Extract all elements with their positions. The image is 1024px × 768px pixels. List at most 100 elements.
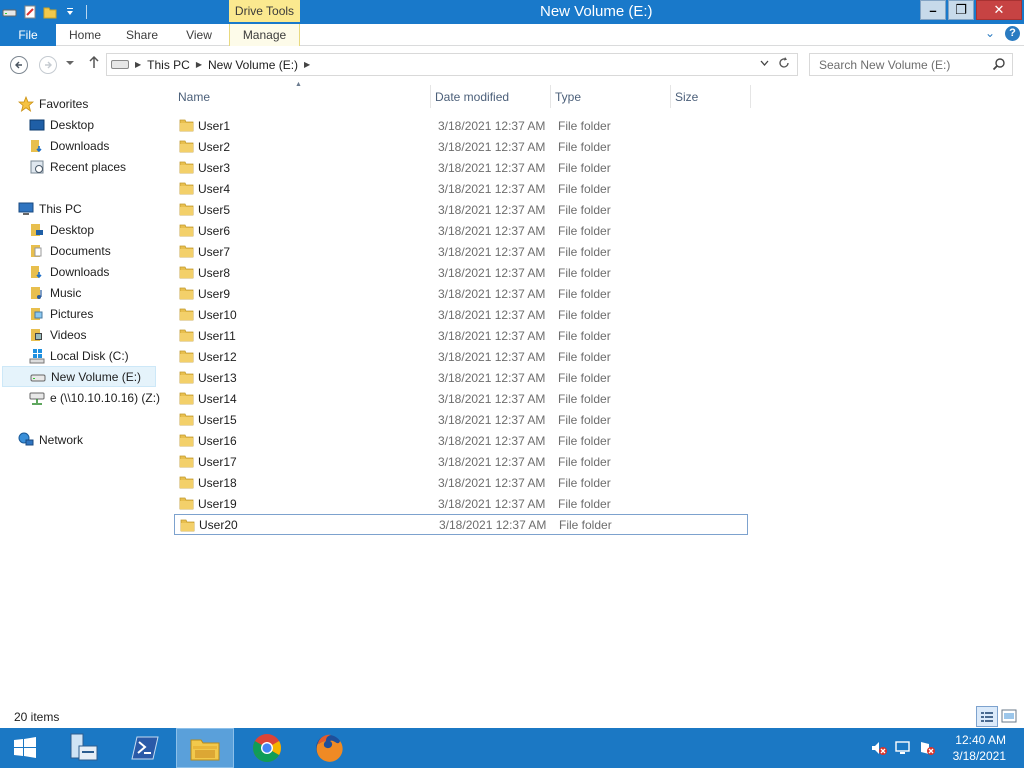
star-icon bbox=[17, 95, 35, 112]
file-date-modified: 3/18/2021 12:37 AM bbox=[438, 139, 546, 154]
large-icons-view-button[interactable] bbox=[1001, 709, 1017, 723]
taskbar-server-manager[interactable] bbox=[54, 728, 112, 768]
window-controls: – ❐ ✕ bbox=[918, 0, 1022, 20]
column-size[interactable]: Size bbox=[671, 85, 751, 108]
table-row[interactable]: User11 3/18/2021 12:37 AM File folder bbox=[174, 325, 748, 346]
tab-home[interactable]: Home bbox=[56, 24, 114, 46]
network-status-icon[interactable] bbox=[894, 740, 910, 756]
table-row[interactable]: User18 3/18/2021 12:37 AM File folder bbox=[174, 472, 748, 493]
forward-button[interactable] bbox=[39, 56, 57, 74]
table-row[interactable]: User10 3/18/2021 12:37 AM File folder bbox=[174, 304, 748, 325]
windows-logo-icon bbox=[14, 737, 36, 758]
table-row[interactable]: User12 3/18/2021 12:37 AM File folder bbox=[174, 346, 748, 367]
table-row[interactable]: User19 3/18/2021 12:37 AM File folder bbox=[174, 493, 748, 514]
back-button[interactable] bbox=[10, 56, 28, 74]
file-type: File folder bbox=[558, 412, 611, 427]
drive-icon[interactable] bbox=[2, 4, 18, 20]
nav-pc-new-volume[interactable]: New Volume (E:) bbox=[2, 366, 156, 387]
column-date-modified[interactable]: Date modified bbox=[431, 85, 551, 108]
breadcrumb-separator-icon[interactable]: ▶ bbox=[196, 60, 202, 69]
breadcrumb-this-pc[interactable]: This PC bbox=[147, 58, 190, 72]
windows-drive-icon bbox=[29, 348, 45, 364]
downloads-folder-icon bbox=[29, 264, 45, 280]
breadcrumb-separator-icon[interactable]: ▶ bbox=[304, 60, 310, 69]
taskbar-powershell[interactable] bbox=[116, 728, 174, 768]
taskbar-clock[interactable]: 12:40 AM 3/18/2021 bbox=[953, 732, 1006, 764]
folder-icon bbox=[180, 518, 195, 532]
table-row[interactable]: User15 3/18/2021 12:37 AM File folder bbox=[174, 409, 748, 430]
table-row[interactable]: User4 3/18/2021 12:37 AM File folder bbox=[174, 178, 748, 199]
search-input[interactable]: Search New Volume (E:) bbox=[809, 53, 1013, 76]
table-row[interactable]: User1 3/18/2021 12:37 AM File folder bbox=[174, 115, 748, 136]
folder-icon bbox=[179, 223, 194, 237]
up-button[interactable] bbox=[88, 55, 100, 73]
file-name: User20 bbox=[199, 517, 238, 532]
table-row[interactable]: User2 3/18/2021 12:37 AM File folder bbox=[174, 136, 748, 157]
file-type: File folder bbox=[558, 160, 611, 175]
pictures-folder-icon bbox=[29, 306, 45, 322]
column-name[interactable]: Name ▲ bbox=[174, 81, 431, 108]
table-row[interactable]: User16 3/18/2021 12:37 AM File folder bbox=[174, 430, 748, 451]
nav-network[interactable]: Network bbox=[18, 429, 175, 450]
music-folder-icon bbox=[29, 285, 45, 301]
taskbar-chrome[interactable] bbox=[238, 728, 296, 768]
expand-ribbon-icon[interactable]: ⌄ bbox=[985, 26, 995, 41]
column-headers: Name ▲ Date modified Type Size bbox=[174, 81, 751, 108]
table-row[interactable]: User5 3/18/2021 12:37 AM File folder bbox=[174, 199, 748, 220]
properties-icon[interactable] bbox=[22, 4, 38, 20]
videos-folder-icon bbox=[29, 327, 45, 343]
table-row[interactable]: User9 3/18/2021 12:37 AM File folder bbox=[174, 283, 748, 304]
restore-button[interactable]: ❐ bbox=[948, 0, 974, 20]
file-name: User6 bbox=[198, 223, 231, 238]
recent-locations-button[interactable] bbox=[66, 58, 74, 68]
nav-label: Network bbox=[39, 432, 84, 447]
table-row[interactable]: User3 3/18/2021 12:37 AM File folder bbox=[174, 157, 748, 178]
taskbar-firefox[interactable] bbox=[300, 728, 358, 768]
help-icon[interactable]: ? bbox=[1005, 26, 1020, 41]
volume-muted-icon[interactable] bbox=[870, 740, 887, 756]
nav-this-pc[interactable]: This PC bbox=[18, 198, 175, 219]
folder-icon bbox=[179, 181, 194, 195]
tab-manage[interactable]: Manage bbox=[229, 24, 300, 46]
breadcrumb-new-volume[interactable]: New Volume (E:) bbox=[208, 58, 298, 72]
table-row[interactable]: User20 3/18/2021 12:37 AM File folder bbox=[174, 514, 748, 535]
tab-share[interactable]: Share bbox=[114, 24, 170, 46]
close-button[interactable]: ✕ bbox=[976, 0, 1022, 20]
search-icon[interactable] bbox=[992, 57, 1006, 71]
table-row[interactable]: User14 3/18/2021 12:37 AM File folder bbox=[174, 388, 748, 409]
table-row[interactable]: User17 3/18/2021 12:37 AM File folder bbox=[174, 451, 748, 472]
table-row[interactable]: User8 3/18/2021 12:37 AM File folder bbox=[174, 262, 748, 283]
file-date-modified: 3/18/2021 12:37 AM bbox=[438, 391, 546, 406]
tab-file[interactable]: File bbox=[0, 24, 56, 46]
file-name: User2 bbox=[198, 139, 231, 154]
refresh-icon[interactable] bbox=[777, 56, 791, 73]
taskbar-file-explorer[interactable] bbox=[176, 728, 234, 768]
downloads-folder-icon bbox=[29, 138, 45, 154]
start-button[interactable] bbox=[0, 728, 50, 768]
folder-icon bbox=[179, 265, 194, 279]
address-bar[interactable]: ▶ This PC ▶ New Volume (E:) ▶ bbox=[106, 53, 798, 76]
breadcrumb-separator-icon[interactable]: ▶ bbox=[135, 60, 141, 69]
customize-qat-icon[interactable] bbox=[62, 4, 78, 20]
file-name: User14 bbox=[198, 391, 237, 406]
file-type: File folder bbox=[558, 496, 611, 511]
nav-label: Recent places bbox=[50, 159, 127, 174]
table-row[interactable]: User7 3/18/2021 12:37 AM File folder bbox=[174, 241, 748, 262]
column-type[interactable]: Type bbox=[551, 85, 671, 108]
action-center-alert-icon[interactable] bbox=[918, 740, 935, 756]
tab-view[interactable]: View bbox=[170, 24, 228, 46]
nav-label: New Volume (E:) bbox=[51, 369, 142, 384]
nav-favorites[interactable]: Favorites bbox=[17, 93, 175, 114]
minimize-button[interactable]: – bbox=[920, 0, 946, 20]
search-placeholder: Search New Volume (E:) bbox=[819, 57, 951, 72]
clock-date: 3/18/2021 bbox=[952, 749, 1006, 763]
table-row[interactable]: User6 3/18/2021 12:37 AM File folder bbox=[174, 220, 748, 241]
new-folder-icon[interactable] bbox=[42, 4, 58, 20]
address-dropdown-icon[interactable] bbox=[760, 58, 769, 69]
desktop-icon bbox=[29, 117, 45, 133]
details-view-button[interactable] bbox=[976, 706, 998, 727]
folder-icon bbox=[179, 496, 194, 510]
qat-separator bbox=[86, 5, 87, 19]
drive-icon bbox=[30, 369, 46, 385]
table-row[interactable]: User13 3/18/2021 12:37 AM File folder bbox=[174, 367, 748, 388]
